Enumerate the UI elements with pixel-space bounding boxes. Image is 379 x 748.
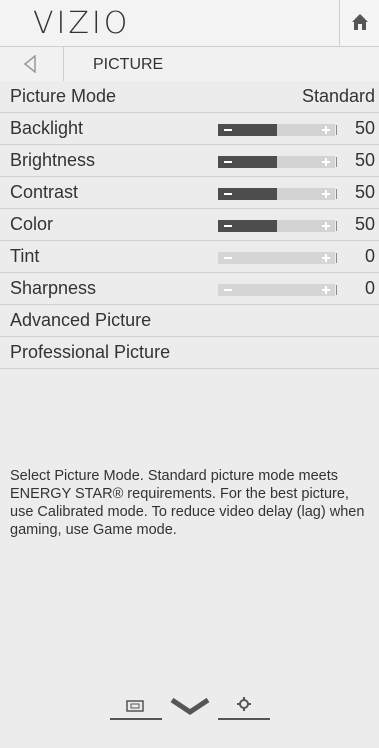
slider-end-tick — [336, 189, 337, 199]
slider[interactable] — [218, 284, 338, 296]
chevron-down-icon — [170, 697, 210, 716]
minus-icon — [224, 289, 232, 291]
picture-mode-value: Standard — [301, 86, 375, 106]
home-button[interactable] — [339, 0, 379, 46]
menu-item-label: Sharpness — [10, 278, 97, 298]
minus-icon — [224, 257, 232, 259]
down-button[interactable] — [166, 694, 214, 720]
menu-item-brightness[interactable]: Brightness 50 — [0, 145, 379, 177]
subheader: PICTURE — [0, 47, 379, 82]
gear-icon — [218, 697, 270, 720]
plus-icon — [325, 286, 327, 294]
slider-value: 50 — [354, 214, 375, 234]
slider-value: 50 — [354, 150, 375, 170]
plus-icon — [325, 222, 327, 230]
menu-item-label: Backlight — [10, 118, 84, 138]
slider-end-tick — [336, 253, 337, 263]
menu-item-label: Brightness — [10, 150, 96, 170]
slider-end-tick — [336, 285, 337, 295]
minus-icon — [224, 129, 232, 131]
slider[interactable] — [218, 252, 338, 264]
bottom-bar — [0, 686, 379, 726]
input-button[interactable] — [110, 696, 162, 722]
menu-item-label: Picture Mode — [10, 86, 117, 106]
menu-item-professional-picture[interactable]: Professional Picture — [0, 337, 379, 369]
plus-icon — [325, 254, 327, 262]
header: VIZIO — [0, 0, 379, 47]
menu-item-label: Professional Picture — [10, 342, 171, 362]
menu-item-label: Advanced Picture — [10, 310, 152, 330]
menu-item-contrast[interactable]: Contrast 50 — [0, 177, 379, 209]
slider-value: 0 — [364, 246, 375, 266]
minus-icon — [224, 161, 232, 163]
plus-icon — [325, 126, 327, 134]
slider-end-tick — [336, 125, 337, 135]
slider-value: 0 — [364, 278, 375, 298]
menu-item-label: Contrast — [10, 182, 79, 202]
slider[interactable] — [218, 188, 338, 200]
menu-item-label: Color — [10, 214, 54, 234]
plus-icon — [325, 158, 327, 166]
menu-item-picture-mode[interactable]: Picture Mode Standard — [0, 81, 379, 113]
minus-icon — [224, 193, 232, 195]
back-arrow-icon — [23, 55, 36, 73]
menu-item-label: Tint — [10, 246, 40, 266]
menu-item-backlight[interactable]: Backlight 50 — [0, 113, 379, 145]
vizio-logo: VIZIO — [33, 6, 131, 41]
help-text: Select Picture Mode. Standard picture mo… — [10, 468, 365, 538]
page-title: PICTURE — [93, 56, 164, 73]
slider-track — [218, 284, 335, 296]
minus-icon — [224, 225, 232, 227]
slider-value: 50 — [354, 118, 375, 138]
menu-item-sharpness[interactable]: Sharpness 0 — [0, 273, 379, 305]
back-button[interactable] — [0, 47, 64, 81]
menu-item-color[interactable]: Color 50 — [0, 209, 379, 241]
slider[interactable] — [218, 156, 338, 168]
menu-item-tint[interactable]: Tint 0 — [0, 241, 379, 273]
menu-item-advanced-picture[interactable]: Advanced Picture — [0, 305, 379, 337]
slider[interactable] — [218, 220, 338, 232]
slider-end-tick — [336, 221, 337, 231]
slider-value: 50 — [354, 182, 375, 202]
input-icon — [110, 700, 162, 720]
slider[interactable] — [218, 124, 338, 136]
home-icon — [352, 14, 368, 30]
slider-end-tick — [336, 157, 337, 167]
plus-icon — [325, 190, 327, 198]
settings-button[interactable] — [218, 694, 270, 722]
picture-menu: Picture Mode Standard Backlight 50 Brightn… — [0, 81, 379, 369]
